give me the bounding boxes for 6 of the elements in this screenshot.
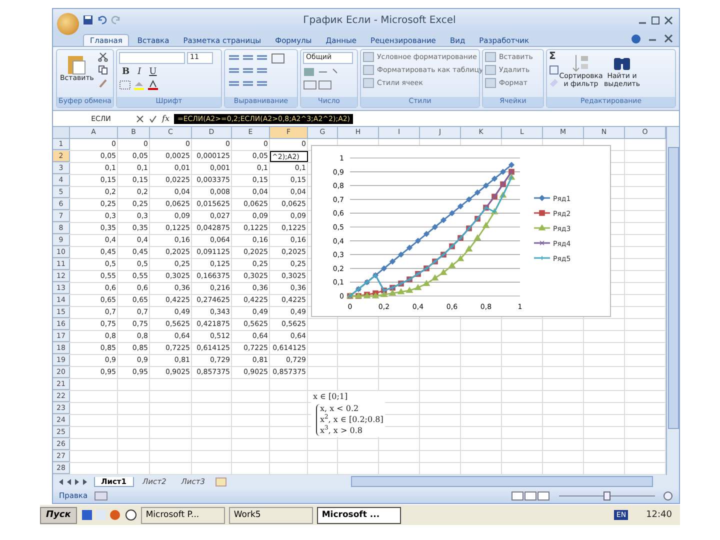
case-formula: x$^{3}$, x > 0.8 [320, 426, 364, 436]
case-formula: x, x < 0.2 [320, 404, 360, 414]
clock: 12:40 [645, 510, 673, 520]
domain-formula: x ∈ [0;1] [313, 392, 349, 402]
window-title: График Если - Microsoft Excel [302, 14, 457, 26]
case-formula: x$^{2}$, x ∈ [0.2;0.8] [320, 415, 384, 425]
